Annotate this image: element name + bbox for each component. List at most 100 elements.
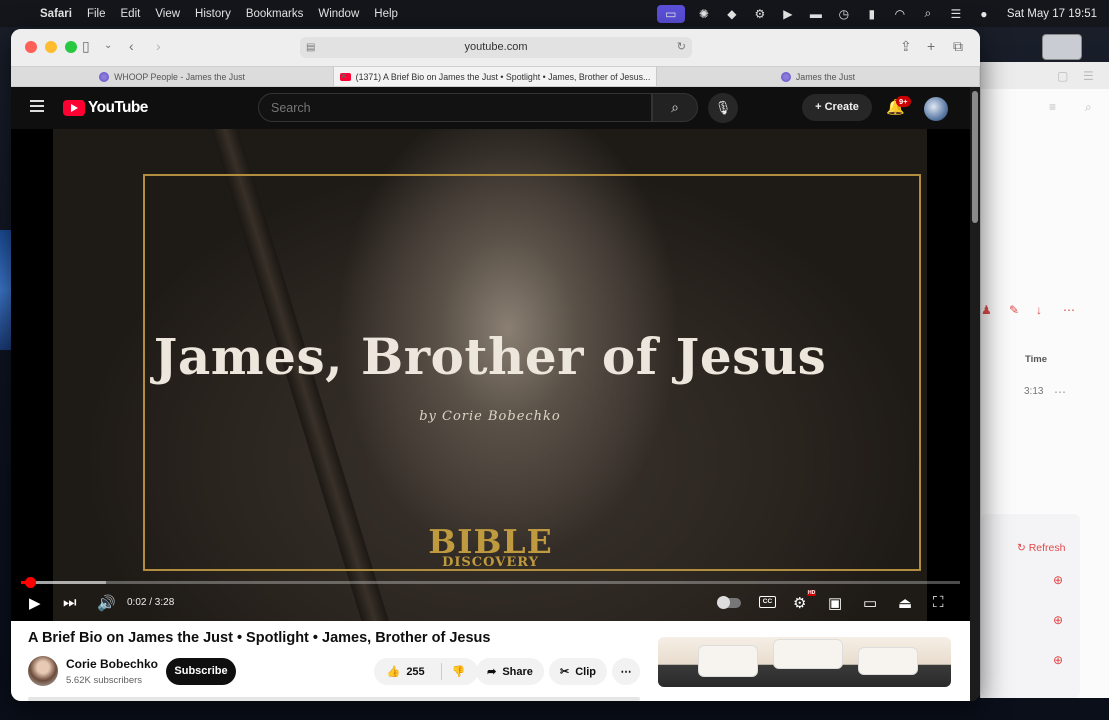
- channel-avatar[interactable]: [28, 656, 58, 686]
- menu-file[interactable]: File: [87, 8, 106, 20]
- whoop-favicon-icon: [780, 71, 791, 82]
- menu-bar: Safari File Edit View History Bookmarks …: [0, 0, 1109, 27]
- more-actions-button[interactable]: ⋯: [612, 658, 640, 685]
- safari-toolbar: ▯ ⌄ ‹ › ▤ youtube.com ↻ ⇪ + ⧉: [11, 29, 980, 66]
- voice-search-button[interactable]: 🎙: [708, 93, 738, 123]
- window-controls: [25, 41, 77, 53]
- comment-icon[interactable]: ▢: [1057, 69, 1068, 83]
- tab-youtube-video[interactable]: ✕ (1371) A Brief Bio on James the Just •…: [334, 67, 657, 86]
- add-person-icon[interactable]: ♟: [981, 303, 992, 317]
- forward-arrow-icon[interactable]: ›: [156, 38, 161, 54]
- more-icon[interactable]: ⋯: [1063, 303, 1075, 317]
- account-avatar[interactable]: [924, 97, 948, 121]
- miniplayer-icon[interactable]: ▣: [828, 594, 842, 612]
- menu-app-name[interactable]: Safari: [40, 8, 72, 20]
- captions-button[interactable]: CC: [759, 596, 776, 608]
- spotlight-search-icon[interactable]: ⌕: [919, 6, 937, 21]
- screen-mirroring-icon[interactable]: ▭: [656, 4, 685, 23]
- fullscreen-icon[interactable]: ⛶: [933, 594, 944, 611]
- add-circle-icon[interactable]: ⊕: [1053, 653, 1063, 667]
- address-bar-url[interactable]: youtube.com: [465, 41, 528, 53]
- sidebar-toggle-icon[interactable]: ▯: [82, 38, 90, 55]
- search-icon[interactable]: ⌕: [1085, 100, 1092, 115]
- whoop-favicon-icon: [99, 71, 110, 82]
- tab-whoop-people[interactable]: WHOOP People - James the Just: [11, 67, 334, 86]
- menu-history[interactable]: History: [195, 8, 231, 20]
- address-bar[interactable]: ▤ youtube.com ↻: [300, 37, 692, 58]
- description-box-edge: [28, 697, 640, 701]
- menu-bookmarks[interactable]: Bookmarks: [246, 8, 304, 20]
- dropbox-icon[interactable]: ◆: [723, 7, 741, 21]
- share-label: Share: [502, 665, 533, 678]
- play-icon[interactable]: ▶: [29, 594, 41, 612]
- menu-edit[interactable]: Edit: [121, 8, 141, 20]
- minimize-window-button[interactable]: [45, 41, 57, 53]
- chevron-down-icon[interactable]: ⌄: [104, 40, 112, 51]
- thumbnail-pot-graphic: [858, 647, 918, 675]
- row-more-icon[interactable]: ⋯: [1054, 385, 1066, 399]
- add-circle-icon[interactable]: ⊕: [1053, 613, 1063, 627]
- battery-icon[interactable]: ▮: [863, 7, 881, 21]
- siri-icon[interactable]: ●: [975, 7, 993, 21]
- wifi-icon[interactable]: ◠: [891, 7, 909, 21]
- channel-name[interactable]: Corie Bobechko: [66, 657, 158, 671]
- share-icon[interactable]: ⇪: [900, 38, 912, 55]
- subscribe-button[interactable]: Subscribe: [166, 658, 236, 685]
- background-app-window: ▢ ☰ ≡ ⌕ ♟ ✎ ↓ ⋯ Time 3:13 ⋯ ↻ Refresh ⊕ …: [980, 62, 1109, 698]
- tab-title: WHOOP People - James the Just: [114, 71, 245, 82]
- theater-mode-icon[interactable]: ▭: [863, 594, 877, 612]
- page-scrollbar[interactable]: [970, 87, 980, 701]
- tab-overview-icon[interactable]: ⧉: [953, 38, 963, 55]
- filter-icon[interactable]: ≡: [1049, 100, 1056, 114]
- list-icon[interactable]: ☰: [1083, 69, 1094, 83]
- search-input[interactable]: [258, 93, 652, 122]
- edit-icon[interactable]: ✎: [1009, 303, 1019, 317]
- page-settings-icon[interactable]: ▤: [306, 37, 315, 58]
- play-status-icon[interactable]: ▶: [779, 7, 797, 21]
- close-tab-icon[interactable]: ✕: [340, 71, 348, 82]
- settings-gear-icon[interactable]: ⚙: [793, 594, 806, 612]
- like-count[interactable]: 255: [406, 666, 424, 678]
- add-circle-icon[interactable]: ⊕: [1053, 573, 1063, 587]
- refresh-button[interactable]: ↻ Refresh: [1017, 542, 1065, 554]
- bed-icon[interactable]: ▬: [807, 7, 825, 21]
- progress-bar[interactable]: [21, 577, 960, 588]
- close-window-button[interactable]: [25, 41, 37, 53]
- gear-status-icon[interactable]: ⚙: [751, 7, 769, 21]
- more-horizontal-icon: ⋯: [620, 666, 632, 678]
- volume-icon[interactable]: 🔊: [97, 594, 116, 612]
- search-button[interactable]: ⌕: [652, 93, 698, 122]
- back-arrow-icon[interactable]: ‹: [129, 38, 134, 54]
- time-value: 3:13: [1024, 386, 1044, 397]
- time-machine-icon[interactable]: ◷: [835, 7, 853, 21]
- autoplay-toggle[interactable]: [717, 596, 741, 609]
- recommended-video-thumbnail[interactable]: [658, 637, 951, 687]
- menu-hamburger-icon[interactable]: [30, 100, 44, 112]
- airplay-icon[interactable]: ⏏: [898, 594, 912, 612]
- menu-clock[interactable]: Sat May 17 19:51: [1007, 8, 1097, 20]
- hd-badge: HD: [807, 590, 817, 596]
- tab-james-the-just[interactable]: James the Just: [657, 67, 980, 86]
- create-button[interactable]: + Create: [802, 94, 872, 121]
- control-center-icon[interactable]: ☰: [947, 7, 965, 21]
- menu-view[interactable]: View: [155, 8, 180, 20]
- video-title: A Brief Bio on James the Just • Spotligh…: [28, 630, 491, 646]
- app-status-icon[interactable]: ✺: [695, 7, 713, 21]
- youtube-page: YouTube ⌕ 🎙 + Create 🔔 9+ James, Brother…: [11, 87, 980, 701]
- share-button[interactable]: ➦ Share: [476, 658, 544, 685]
- video-player[interactable]: James, Brother of Jesus by Corie Bobechk…: [11, 129, 970, 621]
- menu-help[interactable]: Help: [374, 8, 398, 20]
- thumbs-up-icon[interactable]: 👍: [387, 665, 401, 678]
- zoom-window-button[interactable]: [65, 41, 77, 53]
- youtube-logo[interactable]: YouTube: [63, 99, 148, 117]
- clip-button[interactable]: ✂ Clip: [549, 658, 607, 685]
- scrollbar-thumb[interactable]: [972, 91, 978, 223]
- reload-icon[interactable]: ↻: [677, 37, 686, 58]
- background-window-thumbnail[interactable]: [1042, 34, 1082, 60]
- thumbnail-pot-graphic: [773, 639, 843, 669]
- menu-window[interactable]: Window: [318, 8, 359, 20]
- download-icon[interactable]: ↓: [1036, 303, 1042, 317]
- thumbs-down-icon[interactable]: 👎: [452, 665, 466, 678]
- next-icon[interactable]: ⏭: [63, 594, 77, 611]
- new-tab-icon[interactable]: +: [927, 38, 935, 54]
